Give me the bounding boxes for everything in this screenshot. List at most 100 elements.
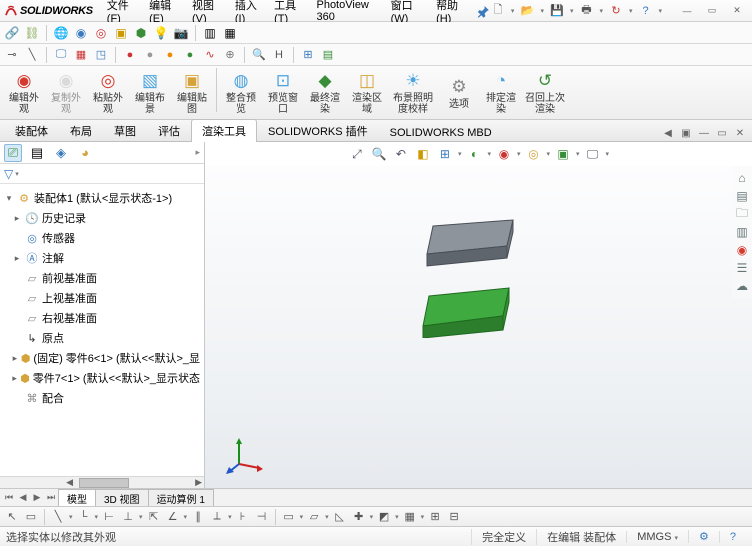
taskpane-forum-icon[interactable]: ☁	[734, 278, 750, 294]
zoom-area-icon[interactable]: 🔍	[370, 145, 388, 163]
cube-icon[interactable]: ◳	[93, 47, 109, 63]
taskpane-view-icon[interactable]: ▥	[734, 224, 750, 240]
tree-display-icon[interactable]: ◈	[52, 144, 70, 162]
tab-sw-mbd[interactable]: SOLIDWORKS MBD	[379, 123, 503, 142]
view-orient-icon[interactable]: ⊞	[436, 145, 454, 163]
tree-root[interactable]: ▾ ⚙ 装配体1 (默认<显示状态-1>)	[2, 188, 202, 208]
sk-tick-icon[interactable]: ⟂	[209, 509, 225, 525]
sk-par-icon[interactable]: ∥	[190, 509, 206, 525]
apply-scene-icon[interactable]: ▣	[554, 145, 572, 163]
tree-top-plane[interactable]: ▱ 上视基准面	[2, 288, 202, 308]
status-units[interactable]: MMGS ▾	[626, 531, 688, 543]
cmd-render-region[interactable]: ◫渲染区域	[347, 68, 387, 117]
sphere-grey-icon[interactable]: ●	[142, 47, 158, 63]
tree-config-icon[interactable]: ▤	[28, 144, 46, 162]
grid3-icon[interactable]: ▦	[73, 47, 89, 63]
tree-feature-icon[interactable]: ⎚	[4, 144, 22, 162]
sk-half-icon[interactable]: ⊦	[235, 509, 251, 525]
sk-he2-icon[interactable]: ⊟	[446, 509, 462, 525]
sk-grid-icon[interactable]: ▦	[402, 509, 418, 525]
tab-sw-addins[interactable]: SOLIDWORKS 插件	[257, 119, 379, 142]
vt-3dview[interactable]: 3D 视图	[95, 489, 149, 507]
doc-close-icon[interactable]: ✕	[732, 125, 748, 141]
cmd-scene-lighting[interactable]: ☀布景照明度校样	[389, 68, 437, 117]
vt-last[interactable]: ⏭	[44, 492, 58, 503]
taskpane-file-icon[interactable]: 🗀	[734, 206, 750, 222]
grey-plate[interactable]	[415, 218, 525, 268]
taskpane-home-icon[interactable]: ⌂	[734, 170, 750, 186]
sphere-wire-icon[interactable]: ◎	[93, 25, 109, 41]
prev-view-icon[interactable]: ↶	[392, 145, 410, 163]
cmd-edit-appearance[interactable]: ◉编辑外观	[4, 68, 44, 117]
tab-render-tools[interactable]: 渲染工具	[191, 119, 257, 142]
display-style-icon[interactable]: ◐	[465, 145, 483, 163]
window-close[interactable]: ✕	[726, 4, 748, 18]
tree-part-6[interactable]: ▸ ⬢ (固定) 零件6<1> (默认<<默认>_显	[2, 348, 202, 368]
sk-perp-icon[interactable]: ⊥	[120, 509, 136, 525]
globe-icon[interactable]: 🌐	[53, 25, 69, 41]
sk-rect-icon[interactable]: ▭	[281, 509, 297, 525]
h-icon[interactable]: H	[271, 47, 287, 63]
vt-model[interactable]: 模型	[58, 489, 96, 507]
sphere-green-icon[interactable]: ●	[182, 47, 198, 63]
key-icon[interactable]: ⊸	[4, 47, 20, 63]
doc-prev-icon[interactable]: ◀	[660, 125, 676, 141]
cmd-edit-scene[interactable]: ▧编辑布景	[130, 68, 170, 117]
status-customize[interactable]: ⚙	[688, 530, 719, 543]
cmd-edit-decal[interactable]: ▣编辑贴图	[172, 68, 212, 117]
save-icon[interactable]: 💾	[550, 4, 564, 18]
vt-next[interactable]: ▶	[30, 492, 44, 503]
sphere-red-icon[interactable]: ●	[122, 47, 138, 63]
viewport-3d[interactable]	[205, 166, 752, 488]
zoom-fit-icon[interactable]: ⤢	[348, 145, 366, 163]
cmd-options[interactable]: ⚙选项	[439, 68, 479, 117]
box-icon[interactable]: ▣	[113, 25, 129, 41]
sk-axis-icon[interactable]: ⊢	[101, 509, 117, 525]
cmd-copy-appearance[interactable]: ◉复制外观	[46, 68, 86, 117]
tree-annotations[interactable]: ▸ Ⓐ 注解	[2, 248, 202, 268]
open-file-icon[interactable]: 📂	[520, 4, 534, 18]
tree-sensors[interactable]: ◎ 传感器	[2, 228, 202, 248]
caret-icon[interactable]: ▸	[12, 253, 22, 264]
sk-line-icon[interactable]: ╲	[50, 509, 66, 525]
tab-sketch[interactable]: 草图	[103, 119, 147, 142]
doc-next-icon[interactable]: ▣	[678, 125, 694, 141]
line-icon[interactable]: ╲	[24, 47, 40, 63]
chart-icon[interactable]: ▤	[320, 47, 336, 63]
doc-min-icon[interactable]: —	[696, 125, 712, 141]
window-restore[interactable]: ▭	[701, 4, 723, 18]
tree-appearance-icon[interactable]: ◕	[76, 144, 94, 162]
select-icon[interactable]: ▭	[23, 509, 39, 525]
tab-evaluate[interactable]: 评估	[147, 119, 191, 142]
caret-icon[interactable]: ▸	[12, 353, 18, 364]
tree-mates[interactable]: ⌘ 配合	[2, 388, 202, 408]
link-icon[interactable]: 🔗	[4, 25, 20, 41]
target-icon[interactable]: ⊕	[222, 47, 238, 63]
taskpane-props-icon[interactable]: ☰	[734, 260, 750, 276]
pin-icon[interactable]	[477, 3, 490, 19]
taskpane-appearance-icon[interactable]: ◉	[734, 242, 750, 258]
view-settings-icon[interactable]: 🖵	[584, 145, 602, 163]
tree-right-plane[interactable]: ▱ 右视基准面	[2, 308, 202, 328]
cmd-integrated-preview[interactable]: ◍整合预览	[221, 68, 261, 117]
search-icon[interactable]: 🔍	[251, 47, 267, 63]
sphere-blue-icon[interactable]: ◉	[73, 25, 89, 41]
chain-icon[interactable]: ⛓	[24, 25, 40, 41]
rebuild-icon[interactable]: ↻	[609, 4, 623, 18]
sk-dash-icon[interactable]: ⊣	[254, 509, 270, 525]
camera-icon[interactable]: 📷	[173, 25, 189, 41]
caret-icon[interactable]: ▾	[4, 193, 14, 204]
hide-show-icon[interactable]: ◉	[495, 145, 513, 163]
sine-icon[interactable]: ∿	[202, 47, 218, 63]
tab-layout[interactable]: 布局	[59, 119, 103, 142]
sk-corner-icon[interactable]: └	[76, 509, 92, 525]
sk-poly-icon[interactable]: ▱	[306, 509, 322, 525]
filter-funnel-icon[interactable]: ▽	[4, 167, 13, 181]
menu-photoview[interactable]: PhotoView 360	[310, 0, 384, 25]
sk-offset-icon[interactable]: ⇱	[146, 509, 162, 525]
cmd-preview-window[interactable]: ⊡预览窗口	[263, 68, 303, 117]
taskpane-lib-icon[interactable]: ▤	[734, 188, 750, 204]
cursor-icon[interactable]: ↖	[4, 509, 20, 525]
print-icon[interactable]: 🖶	[579, 4, 593, 18]
cmd-paste-appearance[interactable]: ◎粘贴外观	[88, 68, 128, 117]
